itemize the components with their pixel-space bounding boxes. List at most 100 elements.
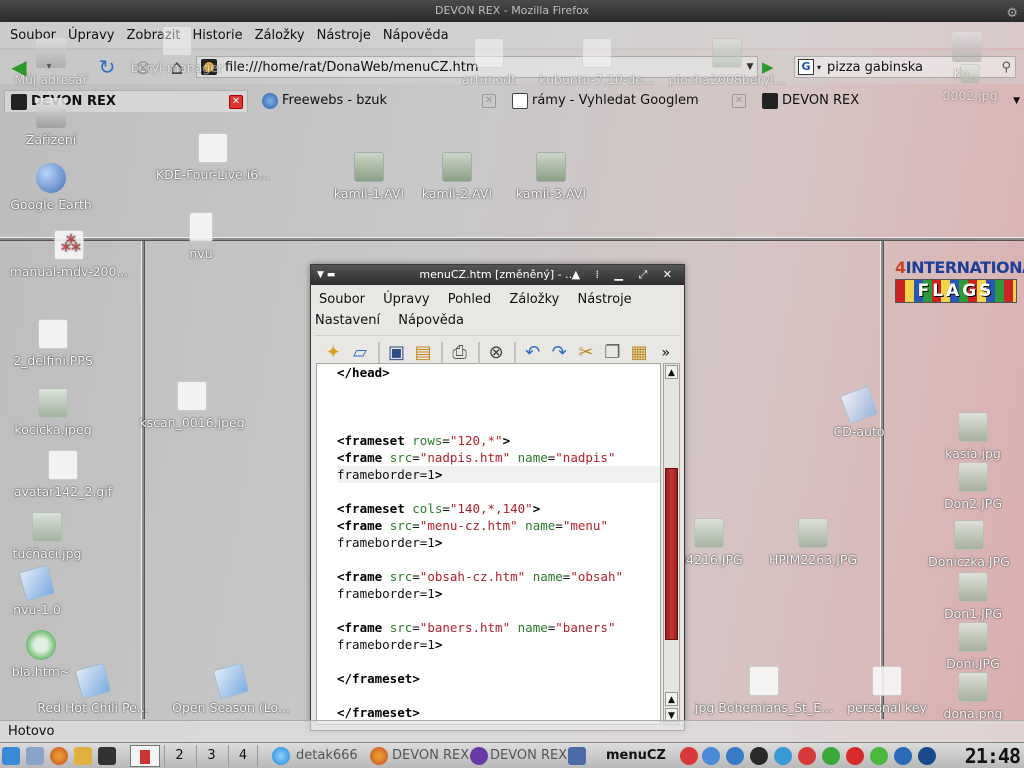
code-line[interactable] bbox=[337, 602, 660, 619]
power-icon[interactable] bbox=[918, 747, 936, 765]
desktop-icon-personal-key[interactable]: personal key bbox=[822, 666, 952, 715]
desktop-icon-avatar[interactable]: avatar142_2.gif bbox=[0, 450, 128, 499]
close-document-icon[interactable]: ⊗ bbox=[484, 341, 509, 365]
desktop-1-pager[interactable] bbox=[130, 745, 160, 767]
desktop-3-pager[interactable]: 3 bbox=[196, 745, 226, 767]
save-icon[interactable]: ▣ bbox=[384, 341, 409, 365]
desktop-icon-0002[interactable]: 0002.jpg bbox=[920, 64, 1020, 103]
kopete-icon[interactable] bbox=[894, 747, 912, 765]
copy-icon[interactable]: ❐ bbox=[600, 341, 625, 365]
desktop-icon-kasia[interactable]: kasia.jpg bbox=[908, 412, 1024, 461]
konqueror-icon[interactable] bbox=[74, 747, 92, 765]
undo-icon[interactable]: ↶ bbox=[520, 341, 545, 365]
code-line[interactable]: frameborder=1> bbox=[337, 534, 660, 551]
code-line[interactable] bbox=[337, 687, 660, 704]
code-line[interactable]: <frame src="obsah-cz.htm" name="obsah" bbox=[337, 568, 660, 585]
desktop-icon-beryl[interactable]: beryl-manager bbox=[112, 26, 242, 75]
code-line[interactable] bbox=[337, 398, 660, 415]
tray-app-icon[interactable] bbox=[680, 747, 698, 765]
save-as-icon[interactable]: ▤ bbox=[411, 341, 436, 365]
editor-menu-tools[interactable]: Nástroje bbox=[578, 289, 632, 310]
desktop-2-pager[interactable]: 2 bbox=[164, 745, 194, 767]
messenger-icon[interactable] bbox=[870, 747, 888, 765]
scroll-up-icon[interactable]: ▲ bbox=[665, 365, 678, 379]
desktop-icon-kde-four[interactable]: KDE-Four-Live.i6... bbox=[148, 133, 278, 182]
editor-menu-edit[interactable]: Úpravy bbox=[383, 289, 429, 310]
code-line[interactable] bbox=[337, 381, 660, 398]
desktop-icon-don1[interactable]: Don1.JPG bbox=[908, 572, 1024, 621]
clock[interactable]: 21:48 bbox=[965, 744, 1021, 768]
editor-menu-file[interactable]: Soubor bbox=[319, 289, 365, 310]
desktop-icon-kubuntu[interactable]: kubuntu-7.10-de... bbox=[532, 38, 662, 87]
code-line[interactable]: </frameset> bbox=[337, 670, 660, 687]
terminal-icon[interactable] bbox=[98, 747, 116, 765]
volume-icon[interactable] bbox=[702, 747, 720, 765]
code-editor-area[interactable]: </head> <frameset rows="120,*"> <frame sr… bbox=[316, 363, 661, 725]
close-tab-icon[interactable]: ✕ bbox=[229, 95, 243, 109]
desktop-icon-manual[interactable]: manual-mdv-200... bbox=[4, 230, 134, 279]
paste-icon[interactable]: ▦ bbox=[627, 341, 652, 365]
code-line[interactable]: <frame src="baners.htm" name="baners" bbox=[337, 619, 660, 636]
cut-icon[interactable]: ✂ bbox=[574, 341, 599, 365]
editor-titlebar[interactable]: ▼ ▬ menuCZ.htm [změněný] - ... ▲ ⁞ ▁ ⤢ ✕ bbox=[311, 265, 684, 285]
desktop-icon-kscan[interactable]: kscan_0016.jpeg bbox=[127, 381, 257, 430]
desktop-icon-don2[interactable]: Don2.JPG bbox=[908, 462, 1024, 511]
desktop-4-pager[interactable]: 4 bbox=[228, 745, 258, 767]
desktop-icon-bohemians[interactable]: jpg Bohemians_St_E... bbox=[684, 666, 844, 715]
code-line[interactable] bbox=[337, 653, 660, 670]
open-folder-icon[interactable]: ▱ bbox=[348, 341, 373, 365]
desktop-icon-doniczka[interactable]: Doniczka.JPG bbox=[904, 520, 1024, 569]
desktop-icon-kocicka[interactable]: kocicka.jpeg bbox=[0, 388, 118, 437]
scroll-thumb[interactable] bbox=[665, 468, 678, 640]
frame-border-left[interactable] bbox=[141, 241, 145, 719]
kmenu-star-icon[interactable] bbox=[2, 747, 20, 765]
code-line[interactable]: frameborder=1> bbox=[337, 636, 660, 653]
desktop-icon-open-season[interactable]: Open Season (Lo... bbox=[166, 662, 296, 715]
firefox-icon[interactable] bbox=[50, 747, 68, 765]
new-file-icon[interactable]: ✦ bbox=[321, 341, 346, 365]
desktop-icon-tucnaci[interactable]: tučňaci.jpg bbox=[0, 512, 112, 561]
code-line[interactable] bbox=[337, 415, 660, 432]
code-line[interactable] bbox=[337, 483, 660, 500]
code-line[interactable]: <frame src="nadpis.htm" name="nadpis" bbox=[337, 449, 660, 466]
desktop-icon-home[interactable]: Můj adresář bbox=[0, 38, 116, 87]
editor-menu-settings[interactable]: Nastavení bbox=[315, 310, 380, 331]
tab-google-search[interactable]: rámy - Vyhledat Googlem ✕ bbox=[506, 90, 750, 112]
search-engine-dropdown-icon[interactable]: ▾ bbox=[817, 63, 821, 72]
international-flags-logo[interactable]: 4INTERNATIONAL FLAGS bbox=[895, 258, 1024, 308]
desktop-icon-red-hot[interactable]: Red Hot Chili Pe... bbox=[28, 662, 158, 715]
menu-bookmarks[interactable]: Záložky bbox=[249, 28, 311, 43]
tab-freewebs[interactable]: Freewebs - bzuk ✕ bbox=[256, 90, 500, 112]
frame-border-right[interactable] bbox=[880, 241, 884, 719]
code-line[interactable]: <frameset rows="120,*"> bbox=[337, 432, 660, 449]
editor-menu-help[interactable]: Nápověda bbox=[398, 310, 464, 331]
window-controls[interactable]: ▲ ⁞ ▁ ⤢ ✕ bbox=[572, 265, 678, 285]
window-menu-icon[interactable]: ▼ ▬ bbox=[317, 265, 335, 285]
print-icon[interactable]: ⎙ bbox=[447, 341, 472, 365]
desktop-icon-nvu[interactable]: nvu bbox=[136, 212, 266, 261]
menu-tools[interactable]: Nástroje bbox=[311, 28, 377, 43]
task-skype[interactable]: detak666 bbox=[296, 745, 358, 767]
updates-icon[interactable] bbox=[822, 747, 840, 765]
redo-icon[interactable]: ↷ bbox=[547, 341, 572, 365]
desktop-icon-doni[interactable]: Doni.JPG bbox=[908, 622, 1024, 671]
task-editor[interactable]: menuCZ bbox=[606, 745, 666, 767]
settings-icon[interactable] bbox=[726, 747, 744, 765]
toolbar-overflow-icon[interactable]: » bbox=[653, 341, 678, 365]
desktop-icon-cd-auto[interactable]: CD-auto bbox=[794, 385, 924, 439]
clipboard-icon[interactable] bbox=[774, 747, 792, 765]
editor-scrollbar[interactable]: ▲ ▲ ▼ bbox=[663, 363, 680, 725]
code-line[interactable]: <frameset cols="140,*,140"> bbox=[337, 500, 660, 517]
editor-menu-view[interactable]: Pohled bbox=[448, 289, 491, 310]
desktop-icon-google-earth[interactable]: Google Earth bbox=[0, 163, 116, 212]
alert-icon[interactable] bbox=[846, 747, 864, 765]
code-line[interactable] bbox=[337, 551, 660, 568]
code-line[interactable]: <frame src="menu-cz.htm" name="menu" bbox=[337, 517, 660, 534]
network-icon[interactable] bbox=[750, 747, 768, 765]
text-editor-window[interactable]: ▼ ▬ menuCZ.htm [změněný] - ... ▲ ⁞ ▁ ⤢ ✕… bbox=[310, 264, 685, 731]
code-line[interactable]: </frameset> bbox=[337, 704, 660, 721]
editor-menu-bookmarks[interactable]: Záložky bbox=[509, 289, 559, 310]
desktop-icon-devices[interactable]: Zařízení bbox=[0, 98, 116, 147]
desktop-icon[interactable] bbox=[26, 747, 44, 765]
task-firefox[interactable]: DEVON REX bbox=[392, 745, 469, 767]
